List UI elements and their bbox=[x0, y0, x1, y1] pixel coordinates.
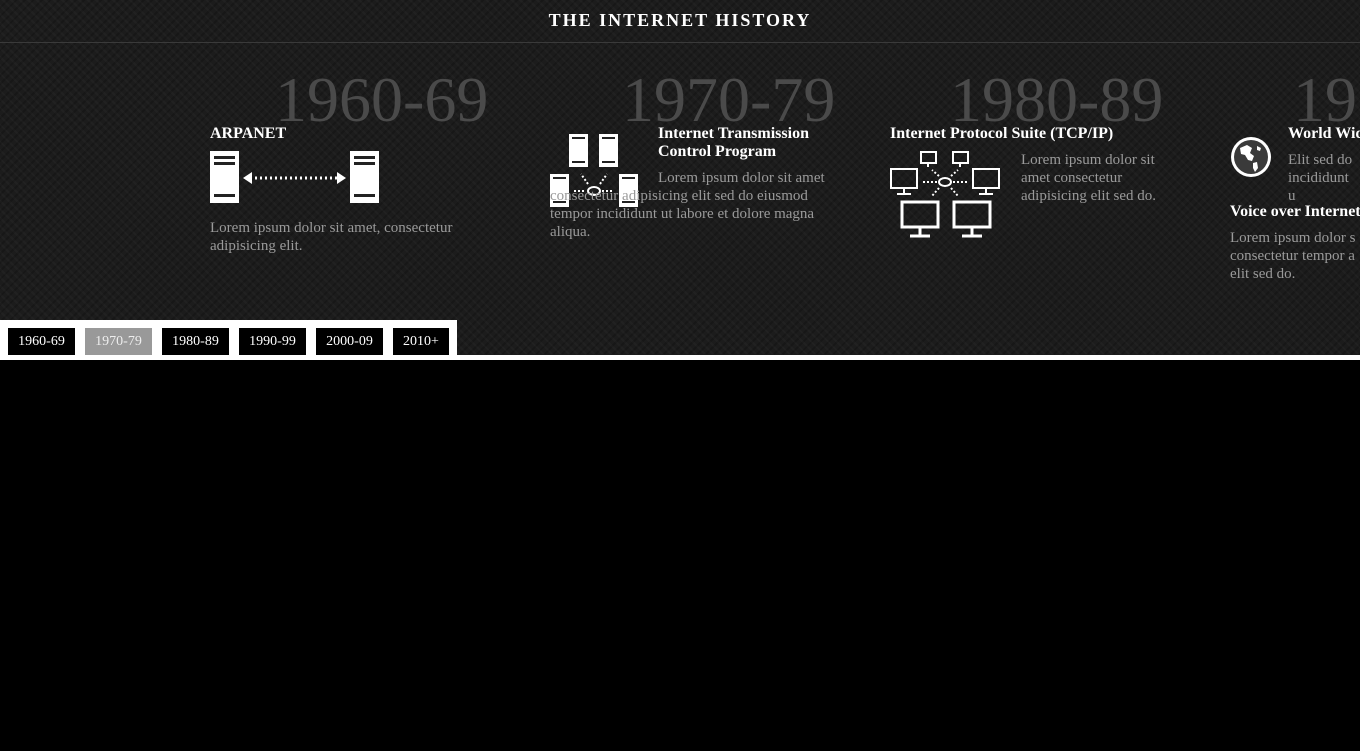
nav-1980s[interactable]: 1980-89 bbox=[162, 328, 229, 355]
event-text-www: Elit sed do incididunt u bbox=[1288, 152, 1353, 204]
nav-2000s[interactable]: 2000-09 bbox=[316, 328, 383, 355]
event-text-itcp: Lorem ipsum dolor sit amet consectetur a… bbox=[550, 170, 825, 240]
site-title: THE INTERNET HISTORY bbox=[548, 10, 812, 30]
computer-network-icon bbox=[890, 151, 1000, 238]
globe-icon bbox=[1231, 137, 1271, 177]
decade-label-1970s: 1970-79 bbox=[622, 64, 836, 135]
event-text-arpanet: Lorem ipsum dolor sit amet, consectetur … bbox=[210, 220, 453, 254]
event-title-itcp: Internet Transmission Control Program bbox=[658, 125, 809, 160]
header-divider bbox=[0, 42, 1360, 43]
timeline-panel: THE INTERNET HISTORY 1960-69 1970-79 198… bbox=[0, 0, 1360, 355]
event-title-voip: Voice over Internet bbox=[1230, 203, 1360, 220]
content-area bbox=[0, 360, 1360, 751]
nav-1990s[interactable]: 1990-99 bbox=[239, 328, 306, 355]
decade-label-1990s: 19 bbox=[1293, 64, 1357, 135]
decade-nav: 1960-69 1970-79 1980-89 1990-99 2000-09 … bbox=[0, 320, 457, 355]
nav-1970s[interactable]: 1970-79 bbox=[85, 328, 152, 355]
server-link-icon bbox=[210, 151, 379, 203]
nav-1960s[interactable]: 1960-69 bbox=[8, 328, 75, 355]
event-text-tcpip: Lorem ipsum dolor sit amet consectetur a… bbox=[1021, 152, 1156, 204]
decade-label-1980s: 1980-89 bbox=[950, 64, 1164, 135]
event-title-www: World Wid bbox=[1288, 125, 1360, 142]
nav-2010s[interactable]: 2010+ bbox=[393, 328, 449, 355]
event-title-tcpip: Internet Protocol Suite (TCP/IP) bbox=[890, 125, 1114, 142]
event-title-arpanet: ARPANET bbox=[210, 125, 287, 142]
decade-label-1960s: 1960-69 bbox=[275, 64, 489, 135]
event-text-voip: Lorem ipsum dolor s consectetur tempor a… bbox=[1230, 230, 1356, 282]
